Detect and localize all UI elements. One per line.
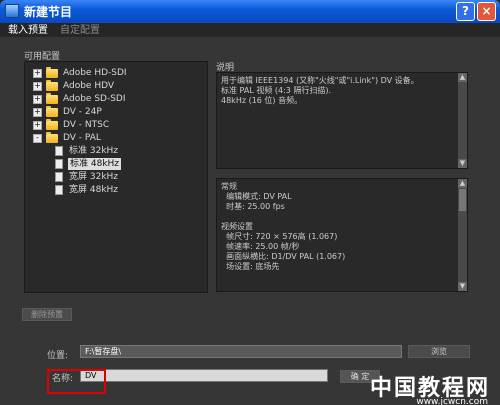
preset-file-icon (55, 185, 63, 195)
tree-item-label: 标准 32kHz (69, 146, 119, 156)
tree-item-dv-ntsc[interactable]: + DV - NTSC (33, 119, 193, 131)
expand-icon[interactable]: + (33, 69, 42, 78)
folder-icon (46, 106, 58, 117)
description-scrollbar[interactable]: ▲ ▼ (458, 73, 467, 168)
expand-icon[interactable]: + (33, 95, 42, 104)
collapse-icon[interactable]: - (33, 134, 42, 143)
scroll-down-icon[interactable]: ▼ (458, 159, 467, 168)
preset-file-icon (55, 172, 63, 182)
tree-item-dv-pal[interactable]: - DV - PAL (33, 132, 193, 144)
folder-icon (46, 80, 58, 91)
tree-item-label: 宽屏 48kHz (69, 185, 119, 195)
tree-item-standard-48khz[interactable]: 标准 48kHz (55, 158, 155, 170)
preset-file-icon (55, 146, 63, 156)
tree-item-adobe-hdv[interactable]: + Adobe HDV (33, 80, 193, 92)
expand-icon[interactable]: + (33, 108, 42, 117)
tree-item-adobe-sd-sdi[interactable]: + Adobe SD-SDI (33, 93, 193, 105)
scroll-thumb[interactable] (459, 189, 466, 211)
presets-tree-panel[interactable]: + Adobe HD-SDI + Adobe HDV + Adobe SD-SD… (24, 61, 208, 293)
tree-item-standard-32khz[interactable]: 标准 32kHz (55, 145, 155, 157)
name-field[interactable]: DV (80, 369, 328, 382)
title-bar[interactable]: 新建节目 ? × (0, 0, 500, 23)
tree-item-label: DV - NTSC (63, 120, 110, 130)
folder-icon (46, 67, 58, 78)
tree-item-label: Adobe HDV (63, 81, 115, 91)
scroll-up-icon[interactable]: ▲ (458, 179, 467, 188)
details-text: 常规 编辑模式: DV PAL 时基: 25.00 fps 视频设置 帧尺寸: … (221, 182, 346, 271)
tree-item-dv-24p[interactable]: + DV - 24P (33, 106, 193, 118)
description-panel: 用于编辑 IEEE1394 (又称"火线"或"i.Link") DV 设备。 标… (216, 72, 468, 169)
close-button[interactable]: × (477, 2, 496, 21)
location-label: 位置: (47, 351, 69, 361)
tab-load-preset[interactable]: 载入预置 (8, 24, 48, 38)
tab-bar: 载入预置 自定配置 (0, 23, 500, 38)
expand-icon[interactable]: + (33, 121, 42, 130)
watermark-url: www.jcwcn.com (416, 397, 488, 405)
location-field[interactable]: F:\暂存盘\ (80, 345, 402, 358)
expand-icon[interactable]: + (33, 82, 42, 91)
tree-item-label: Adobe HD-SDI (63, 68, 127, 78)
tree-item-label: 宽屏 32kHz (69, 172, 119, 182)
scroll-up-icon[interactable]: ▲ (458, 73, 467, 82)
delete-preset-button[interactable]: 删除预置 (22, 308, 72, 321)
details-panel: 常规 编辑模式: DV PAL 时基: 25.00 fps 视频设置 帧尺寸: … (216, 178, 468, 292)
browse-button[interactable]: 浏览 (408, 345, 470, 358)
window-title: 新建节目 (24, 5, 73, 19)
scroll-down-icon[interactable]: ▼ (458, 282, 467, 291)
tab-custom-settings[interactable]: 自定配置 (60, 24, 100, 37)
tree-item-label-selected: 标准 48kHz (68, 158, 122, 170)
tree-item-label: Adobe SD-SDI (63, 94, 126, 104)
new-project-dialog: 新建节目 ? × 载入预置 自定配置 可用配置 + Adobe HD-SDI +… (0, 0, 500, 405)
folder-open-icon (46, 132, 58, 143)
tree-item-label: DV - PAL (63, 133, 101, 143)
folder-icon (46, 93, 58, 104)
tree-item-widescreen-32khz[interactable]: 宽屏 32kHz (55, 171, 155, 183)
app-icon (5, 4, 19, 18)
folder-icon (46, 119, 58, 130)
tree-item-widescreen-48khz[interactable]: 宽屏 48kHz (55, 184, 155, 196)
tree-item-adobe-hd-sdi[interactable]: + Adobe HD-SDI (33, 67, 193, 79)
help-button[interactable]: ? (456, 2, 475, 21)
details-scrollbar[interactable]: ▲ ▼ (458, 179, 467, 291)
tree-item-label: DV - 24P (63, 107, 102, 117)
description-text: 用于编辑 IEEE1394 (又称"火线"或"i.Link") DV 设备。 标… (221, 76, 419, 105)
name-highlight-box (47, 369, 106, 394)
preset-file-icon (55, 159, 63, 169)
